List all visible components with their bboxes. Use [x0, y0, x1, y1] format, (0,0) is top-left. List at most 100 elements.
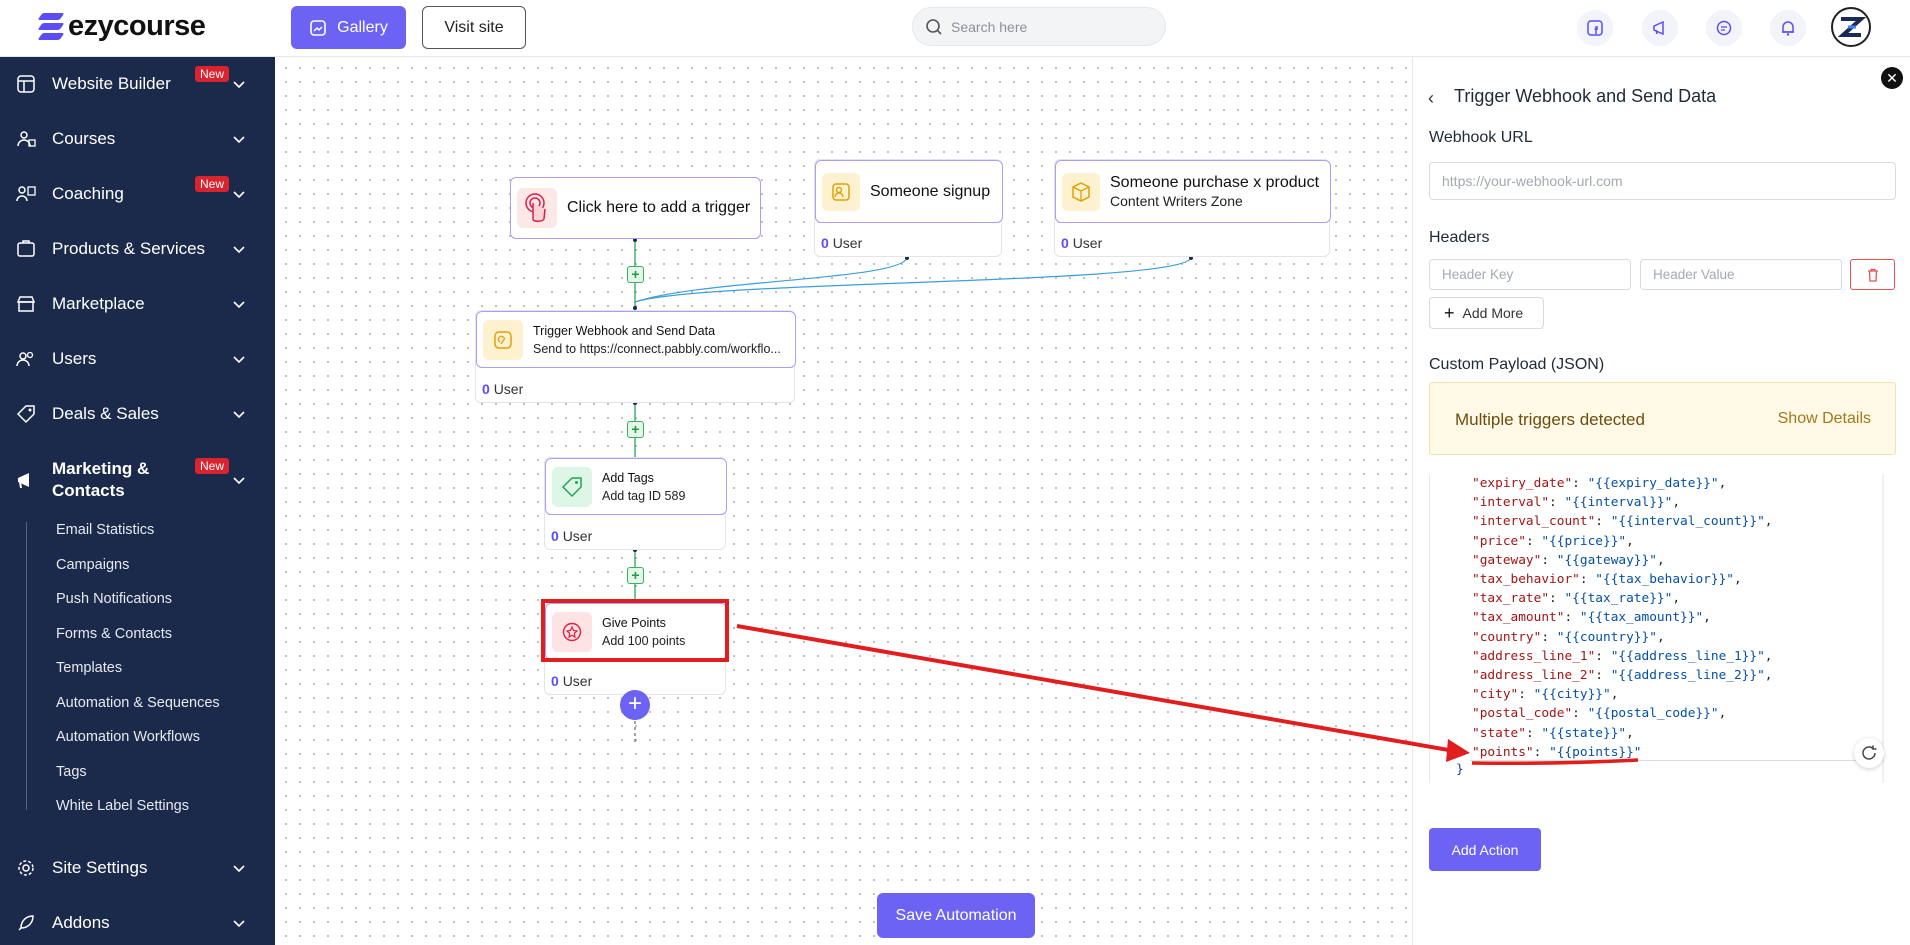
- json-key: "tax_behavior": [1472, 572, 1580, 587]
- node-text: Someone purchase x product Content Write…: [1110, 174, 1319, 210]
- submenu-forms-contacts[interactable]: Forms & Contacts: [56, 626, 172, 642]
- search-box[interactable]: Search here: [912, 7, 1166, 46]
- json-colon: :: [1595, 668, 1611, 683]
- add-step-button[interactable]: +: [627, 266, 644, 283]
- sidebar-item-label: Coaching: [52, 184, 124, 203]
- json-colon: :: [1579, 572, 1596, 587]
- show-details-link[interactable]: Show Details: [1778, 410, 1871, 428]
- add-tags-node[interactable]: Add Tags Add tag ID 589 0 User: [544, 457, 727, 550]
- visit-site-label: Visit site: [444, 18, 504, 36]
- star-badge-icon: [552, 611, 592, 652]
- save-automation-button[interactable]: Save Automation: [877, 893, 1035, 938]
- chat-icon[interactable]: [1706, 10, 1742, 46]
- sidebar-item-website-builder[interactable]: Website Builder New: [0, 62, 275, 106]
- chevron-down-icon: [233, 477, 245, 485]
- json-colon: :: [1525, 725, 1542, 741]
- give-points-node[interactable]: Give Points Add 100 points 0 User: [544, 602, 727, 695]
- json-value: "{{city}}": [1533, 687, 1611, 703]
- logo-mark-icon: [37, 11, 65, 43]
- json-comma: ,: [1718, 476, 1727, 491]
- layout-icon: [15, 73, 37, 95]
- count-value: 0: [482, 381, 490, 397]
- json-value: "{{price}}": [1541, 533, 1627, 549]
- submenu-automation-sequences[interactable]: Automation & Sequences: [56, 695, 220, 711]
- json-key: "interval": [1472, 495, 1550, 511]
- refresh-icon[interactable]: [1854, 738, 1884, 768]
- chevron-left-icon[interactable]: ‹: [1428, 88, 1434, 109]
- add-step-button[interactable]: +: [627, 567, 644, 584]
- webhook-url-input[interactable]: https://your-webhook-url.com: [1429, 162, 1896, 200]
- submenu-campaigns[interactable]: Campaigns: [56, 557, 129, 573]
- count-value: 0: [551, 528, 559, 544]
- sidebar-item-marketing-contacts[interactable]: Marketing & Contacts New: [0, 452, 275, 508]
- node-text: Add Tags Add tag ID 589: [602, 469, 685, 505]
- json-value: "{{address_line_1}}": [1610, 648, 1765, 664]
- close-icon[interactable]: ✕: [1881, 67, 1903, 89]
- trigger-purchase-node[interactable]: Someone purchase x product Content Write…: [1054, 159, 1331, 257]
- trigger-add-node[interactable]: Click here to add a trigger: [510, 177, 761, 239]
- json-colon: :: [1564, 610, 1580, 626]
- json-colon: :: [1525, 533, 1542, 549]
- json-key: "tax_amount": [1472, 610, 1565, 626]
- submenu-push-notifications[interactable]: Push Notifications: [56, 591, 172, 607]
- json-key: "state": [1472, 725, 1526, 741]
- sidebar-item-courses[interactable]: Courses: [0, 117, 275, 161]
- sidebar-item-marketplace[interactable]: Marketplace: [0, 282, 275, 326]
- search-input[interactable]: Search here: [951, 19, 1027, 35]
- code-closing-brace: }: [1456, 762, 1464, 777]
- sidebar-item-products-services[interactable]: Products & Services: [0, 227, 275, 271]
- json-value: "{{postal_code}}": [1587, 706, 1719, 722]
- submenu-email-statistics[interactable]: Email Statistics: [56, 522, 154, 538]
- webhook-node[interactable]: Trigger Webhook and Send Data Send to ht…: [475, 310, 796, 403]
- json-value: "{{country}}": [1556, 629, 1657, 645]
- code-line: "tax_amount": "{{tax_amount}}",: [1472, 610, 1711, 625]
- add-more-button[interactable]: + Add More: [1429, 297, 1544, 329]
- brand-logo[interactable]: ezycourse: [37, 10, 206, 43]
- header-value-input[interactable]: Header Value: [1640, 259, 1842, 290]
- sidebar-item-users[interactable]: Users: [0, 337, 275, 381]
- json-key: "expiry_date": [1472, 476, 1573, 491]
- header-key-input[interactable]: Header Key: [1429, 259, 1631, 290]
- sidebar-item-deals-sales[interactable]: Deals & Sales: [0, 392, 275, 436]
- json-key: "price": [1472, 533, 1526, 549]
- node-subtitle: Send to https://connect.pabbly.com/workf…: [533, 341, 781, 356]
- sidebar-item-label: Addons: [52, 913, 110, 932]
- add-step-button[interactable]: +: [627, 421, 644, 438]
- sidebar-item-coaching[interactable]: Coaching New: [0, 172, 275, 216]
- json-key: "address_line_1": [1472, 648, 1596, 664]
- megaphone-icon: [15, 469, 37, 491]
- json-colon: :: [1541, 552, 1557, 568]
- user-avatar[interactable]: [1831, 7, 1871, 47]
- gallery-button[interactable]: Gallery: [291, 6, 406, 49]
- sidebar-item-addons[interactable]: Addons: [0, 901, 275, 945]
- panel-title: Trigger Webhook and Send Data: [1454, 86, 1717, 106]
- code-line: "expiry_date": "{{expiry_date}}",: [1472, 476, 1726, 491]
- add-step-large-button[interactable]: +: [620, 690, 650, 720]
- code-scrollbar[interactable]: [1882, 475, 1884, 783]
- submenu-automation-workflows[interactable]: Automation Workflows: [56, 729, 200, 745]
- sidebar-item-site-settings[interactable]: Site Settings: [0, 846, 275, 890]
- bell-icon[interactable]: [1770, 10, 1806, 46]
- delete-header-button[interactable]: [1850, 259, 1895, 290]
- brand-name: ezycourse: [68, 10, 206, 42]
- facebook-icon[interactable]: [1577, 10, 1613, 46]
- trigger-signup-node[interactable]: Someone signup 0 User: [814, 159, 1003, 257]
- json-comma: ,: [1764, 514, 1773, 530]
- count-unit: User: [1072, 235, 1103, 251]
- submenu-tags[interactable]: Tags: [56, 764, 87, 780]
- json-payload-editor[interactable]: "expiry_date": "{{expiry_date}}", "interv…: [1429, 475, 1884, 783]
- json-colon: :: [1572, 706, 1588, 722]
- visit-site-button[interactable]: Visit site: [422, 6, 526, 49]
- megaphone-icon[interactable]: [1642, 10, 1678, 46]
- submenu-white-label-settings[interactable]: White Label Settings: [56, 798, 189, 814]
- submenu-templates[interactable]: Templates: [56, 660, 122, 676]
- code-line: "state": "{{state}}",: [1472, 726, 1634, 741]
- code-line: "price": "{{price}}",: [1472, 534, 1634, 549]
- json-key: "address_line_2": [1472, 668, 1596, 683]
- node-text: Give Points Add 100 points: [602, 614, 685, 650]
- json-value: "{{expiry_date}}": [1587, 476, 1719, 491]
- json-colon: :: [1572, 476, 1588, 491]
- add-action-button[interactable]: Add Action: [1429, 828, 1541, 871]
- node-user-count: 0 User: [1061, 235, 1102, 251]
- webhook-icon: [483, 319, 523, 360]
